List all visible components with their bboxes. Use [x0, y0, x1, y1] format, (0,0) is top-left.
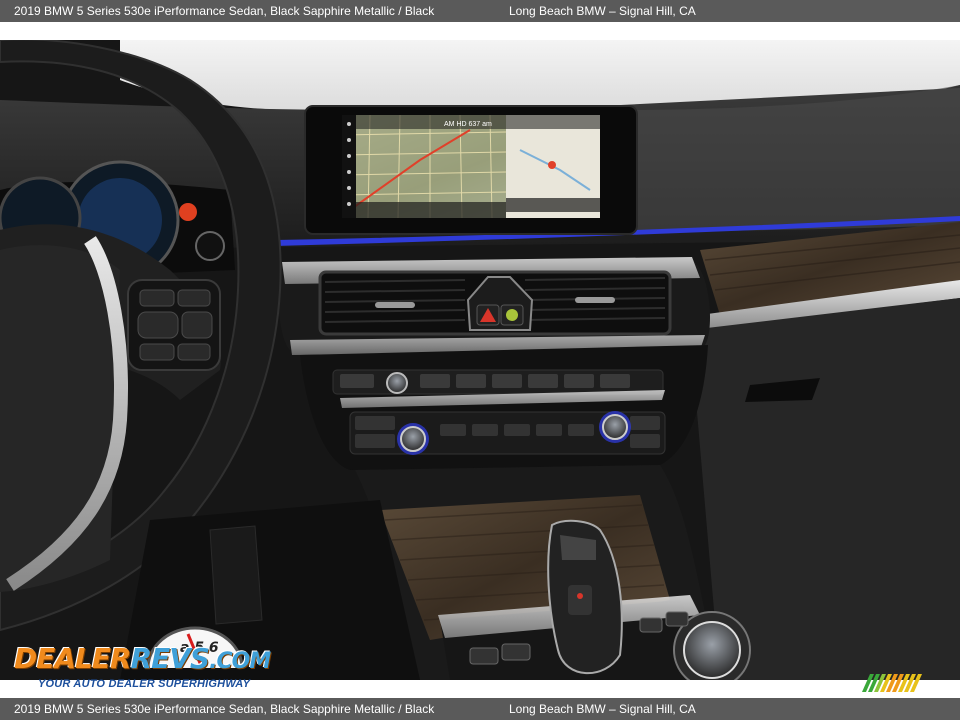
dealerrevs-tagline: YOUR AUTO DEALER SUPERHIGHWAY — [38, 678, 251, 690]
traction-control-icon[interactable] — [506, 309, 518, 321]
logo-part-dealer: DEALER — [14, 642, 132, 675]
nav-status-text: AM HD 637 am — [444, 121, 492, 128]
volume-knob[interactable] — [386, 372, 408, 394]
radio-control-panel[interactable] — [332, 369, 664, 395]
dealer-caption-bottom: Long Beach BMW – Signal Hill, CA — [509, 702, 696, 716]
vehicle-caption-bottom: 2019 BMW 5 Series 530e iPerformance Seda… — [14, 702, 435, 716]
vehicle-caption: 2019 BMW 5 Series 530e iPerformance Seda… — [14, 4, 435, 18]
warning-light-icon — [179, 203, 197, 221]
logo-part-com: .COM — [209, 649, 271, 674]
dealer-caption: Long Beach BMW – Signal Hill, CA — [509, 4, 696, 18]
stripes-logo-icon — [862, 674, 922, 692]
caption-bar-bottom: 2019 BMW 5 Series 530e iPerformance Seda… — [0, 698, 960, 720]
driver-temp-knob[interactable] — [400, 426, 426, 452]
passenger-temp-knob[interactable] — [602, 414, 628, 440]
climate-control-panel[interactable] — [349, 411, 666, 455]
navigation-screen[interactable]: AM HD 637 am — [304, 105, 638, 235]
dealerrevs-logo: DEALERREVS.COM — [14, 642, 271, 675]
dealerrevs-watermark: a 5 6 DEALERREVS.COM YOUR AUTO DEALER SU… — [10, 626, 271, 692]
interior-photo: AM HD 637 am — [0, 40, 960, 680]
caption-bar-top: 2019 BMW 5 Series 530e iPerformance Seda… — [0, 0, 960, 22]
logo-part-revs: REVS — [130, 642, 211, 675]
dashboard-illustration: AM HD 637 am — [0, 40, 960, 680]
